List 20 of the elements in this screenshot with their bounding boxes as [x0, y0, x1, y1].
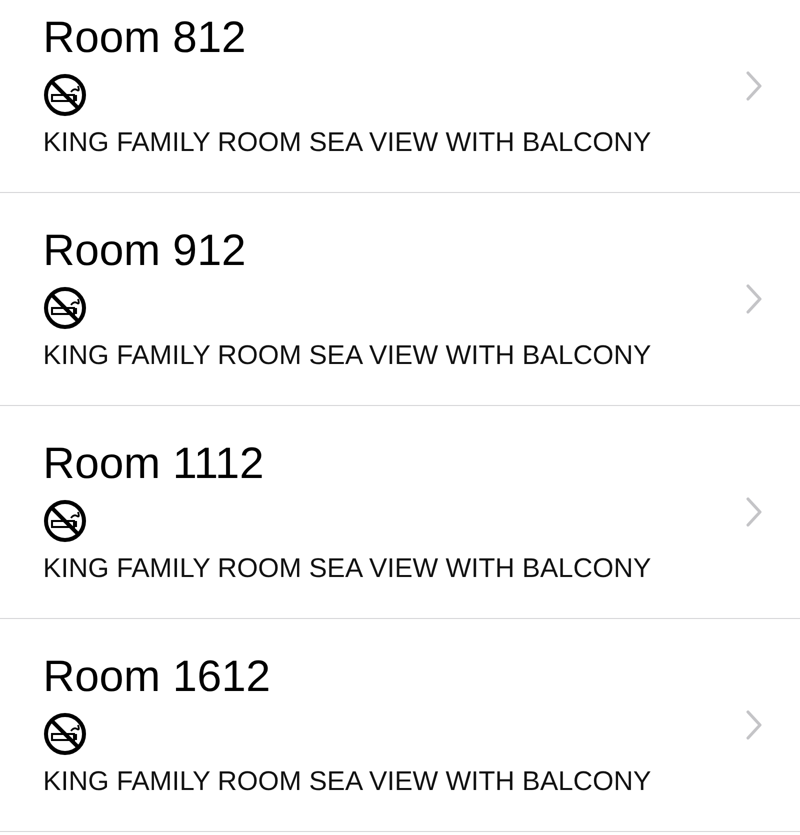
room-description: KING FAMILY ROOM SEA VIEW WITH BALCONY [43, 126, 652, 159]
chevron-icon [746, 284, 762, 314]
no-smoking-icon [43, 286, 87, 330]
room-description: KING FAMILY ROOM SEA VIEW WITH BALCONY [43, 339, 652, 372]
room-title: Room 1612 [43, 652, 270, 702]
room-title: Room 812 [43, 13, 246, 63]
room-description: KING FAMILY ROOM SEA VIEW WITH BALCONY [43, 552, 652, 585]
room-row[interactable]: Room 1612 KING FAMILY ROOM SEA VIEW WITH BALCONY [0, 619, 800, 832]
room-title: Room 912 [43, 226, 246, 276]
room-title: Room 1112 [43, 439, 264, 489]
chevron-icon [746, 71, 762, 101]
chevron-icon [746, 497, 762, 527]
chevron-icon [746, 710, 762, 740]
room-description: KING FAMILY ROOM SEA VIEW WITH BALCONY [43, 765, 652, 798]
room-row[interactable]: Room 812 KING FAMILY ROOM SEA VIEW WITH BALCONY [0, 0, 800, 193]
no-smoking-icon [43, 73, 87, 117]
room-row[interactable]: Room 912 KING FAMILY ROOM SEA VIEW WITH BALCONY [0, 193, 800, 406]
no-smoking-icon [43, 499, 87, 543]
no-smoking-icon [43, 712, 87, 756]
room-row[interactable]: Room 1112 KING FAMILY ROOM SEA VIEW WITH BALCONY [0, 406, 800, 619]
